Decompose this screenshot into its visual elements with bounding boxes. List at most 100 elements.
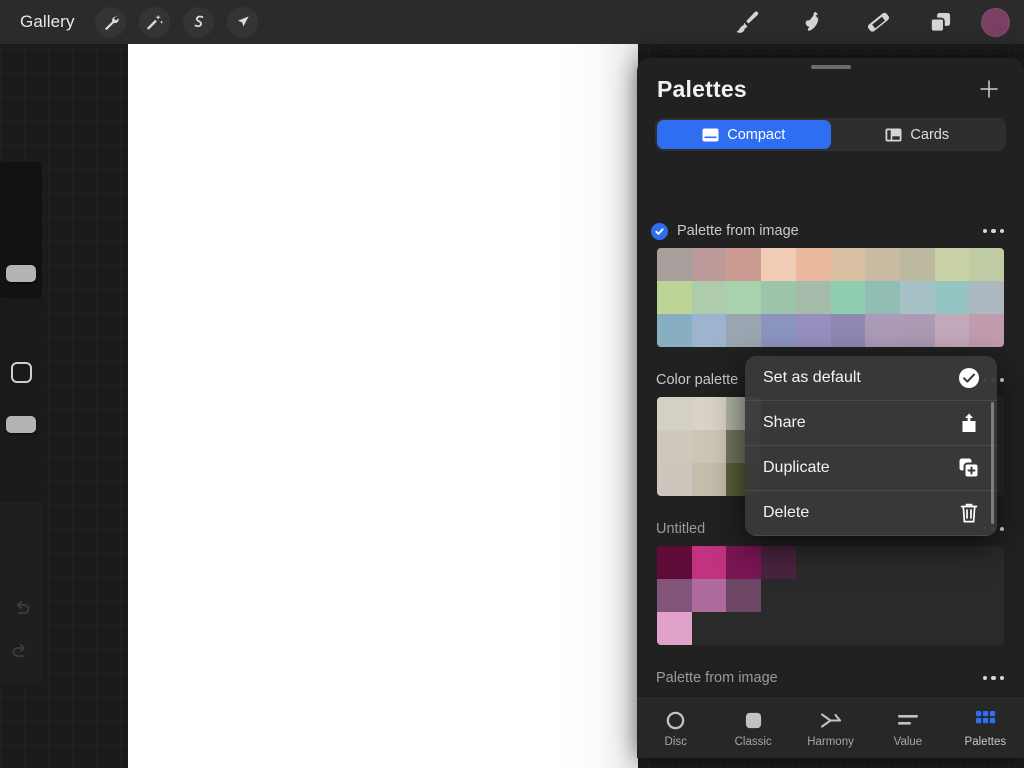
swatch-empty <box>831 579 866 612</box>
tab-palettes[interactable]: Palettes <box>947 699 1024 759</box>
color-swatch[interactable] <box>692 579 727 612</box>
view-mode-segmented-control: Compact Cards <box>655 118 1006 151</box>
color-swatch[interactable] <box>796 314 831 347</box>
swatch-grid[interactable] <box>657 546 1004 645</box>
color-swatch[interactable] <box>865 248 900 281</box>
color-swatch[interactable] <box>831 314 866 347</box>
context-menu-item-set-as-default[interactable]: Set as default <box>745 356 997 401</box>
color-swatch[interactable] <box>657 397 692 430</box>
swatch-empty <box>796 579 831 612</box>
wrench-icon <box>95 7 126 38</box>
tab-cards[interactable]: Cards <box>831 120 1005 149</box>
redo-button[interactable] <box>9 640 33 664</box>
color-swatch[interactable] <box>761 314 796 347</box>
brush-size-knob[interactable] <box>6 265 36 282</box>
color-swatch[interactable] <box>657 281 692 314</box>
color-swatch[interactable] <box>657 463 692 496</box>
magic-wand-icon <box>139 7 170 38</box>
tab-palettes-label: Palettes <box>965 736 1007 748</box>
color-swatch[interactable] <box>726 248 761 281</box>
selection-button[interactable] <box>177 0 221 44</box>
swatch-empty <box>900 579 935 612</box>
context-menu-item-duplicate[interactable]: Duplicate <box>745 446 997 491</box>
tab-disc[interactable]: Disc <box>637 699 714 759</box>
color-swatch[interactable] <box>796 248 831 281</box>
swatch-row <box>657 281 1004 314</box>
panel-drag-handle[interactable] <box>811 65 851 69</box>
brush-opacity-slider[interactable] <box>0 298 42 502</box>
color-swatch[interactable] <box>761 248 796 281</box>
compact-icon <box>702 128 719 142</box>
s-curve-icon <box>183 7 214 38</box>
paint-button[interactable] <box>717 0 779 44</box>
color-swatch[interactable] <box>935 281 970 314</box>
color-swatch[interactable] <box>969 314 1004 347</box>
palette-item: Palette from image <box>637 661 1024 698</box>
tab-harmony[interactable]: Harmony <box>792 699 869 759</box>
color-swatch[interactable] <box>692 463 727 496</box>
color-swatch[interactable] <box>726 546 761 579</box>
color-swatch[interactable] <box>657 612 692 645</box>
context-menu-item-share[interactable]: Share <box>745 401 997 446</box>
gallery-button[interactable]: Gallery <box>14 12 89 32</box>
swatch-empty <box>935 546 970 579</box>
color-swatch[interactable] <box>692 546 727 579</box>
color-swatch[interactable] <box>865 281 900 314</box>
context-menu-label: Set as default <box>763 369 957 387</box>
color-swatch[interactable] <box>692 397 727 430</box>
layers-button[interactable] <box>909 0 971 44</box>
palette-options-button[interactable] <box>973 223 1005 240</box>
undo-button[interactable] <box>9 597 33 621</box>
tab-compact[interactable]: Compact <box>657 120 831 149</box>
erase-button[interactable] <box>845 0 907 44</box>
color-swatch[interactable] <box>761 546 796 579</box>
color-swatch[interactable] <box>831 248 866 281</box>
color-swatch[interactable] <box>692 281 727 314</box>
color-swatch[interactable] <box>657 248 692 281</box>
color-swatch[interactable] <box>692 430 727 463</box>
tab-classic[interactable]: Classic <box>714 699 791 759</box>
context-menu-item-delete[interactable]: Delete <box>745 491 997 536</box>
disc-icon <box>665 709 686 731</box>
color-swatch[interactable] <box>969 248 1004 281</box>
color-swatch[interactable] <box>831 281 866 314</box>
transform-button[interactable] <box>221 0 265 44</box>
color-swatch[interactable] <box>969 281 1004 314</box>
color-swatch[interactable] <box>726 314 761 347</box>
color-swatch[interactable] <box>657 579 692 612</box>
color-swatch[interactable] <box>900 248 935 281</box>
color-swatch[interactable] <box>657 430 692 463</box>
tab-harmony-label: Harmony <box>807 736 854 748</box>
actions-button[interactable] <box>89 0 133 44</box>
color-swatch[interactable] <box>726 579 761 612</box>
modify-button[interactable] <box>11 362 32 383</box>
ellipsis-dot <box>983 229 988 234</box>
context-menu-scrollbar[interactable] <box>991 402 994 524</box>
share-icon <box>957 411 981 435</box>
palette-options-button[interactable] <box>973 670 1005 687</box>
swatch-empty <box>969 612 1004 645</box>
swatch-empty <box>761 612 796 645</box>
arrow-transform-icon <box>227 7 258 38</box>
color-swatch[interactable] <box>900 314 935 347</box>
color-swatch[interactable] <box>935 248 970 281</box>
smudge-button[interactable] <box>781 0 843 44</box>
swatch-grid[interactable] <box>657 248 1004 347</box>
color-swatch[interactable] <box>865 314 900 347</box>
brush-opacity-knob[interactable] <box>6 416 36 433</box>
add-palette-button[interactable] <box>974 74 1004 104</box>
color-swatch[interactable] <box>761 281 796 314</box>
color-swatch[interactable] <box>692 248 727 281</box>
color-swatch[interactable] <box>657 546 692 579</box>
swatch-empty <box>969 579 1004 612</box>
tab-value[interactable]: Value <box>869 699 946 759</box>
current-color-swatch[interactable] <box>981 8 1010 37</box>
color-swatch[interactable] <box>935 314 970 347</box>
color-swatch[interactable] <box>900 281 935 314</box>
color-swatch[interactable] <box>692 314 727 347</box>
color-swatch[interactable] <box>796 281 831 314</box>
color-swatch[interactable] <box>726 281 761 314</box>
drawing-canvas[interactable] <box>128 44 638 768</box>
adjustments-button[interactable] <box>133 0 177 44</box>
color-swatch[interactable] <box>657 314 692 347</box>
